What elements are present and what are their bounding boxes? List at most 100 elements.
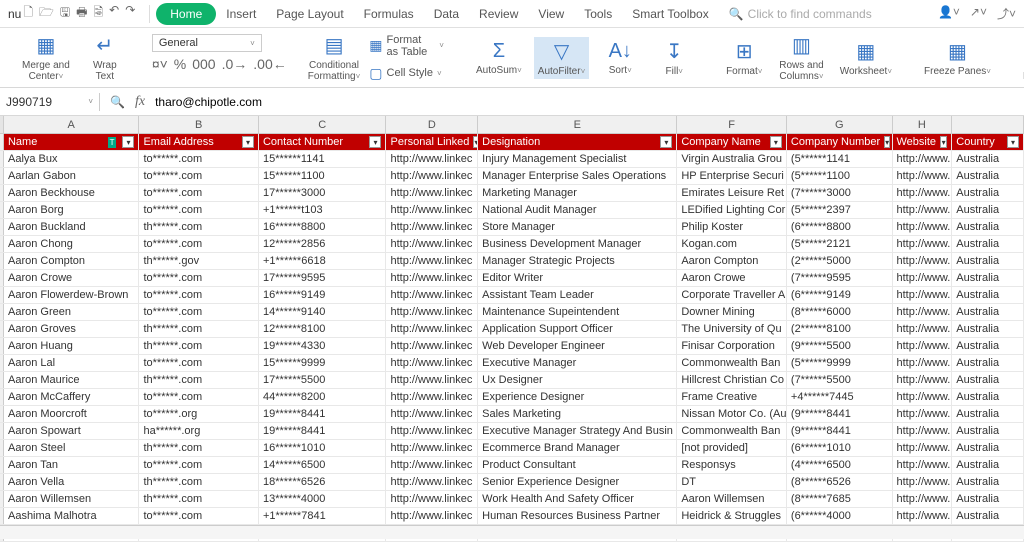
cell[interactable]: Executive Manager Strategy And Busin bbox=[478, 423, 677, 439]
share-icon[interactable]: ↗˅ bbox=[970, 5, 987, 22]
cell[interactable]: Australia bbox=[952, 270, 1024, 286]
cell[interactable]: Hillcrest Christian Co bbox=[677, 372, 787, 388]
cell[interactable]: (5******2121 bbox=[787, 236, 893, 252]
cell[interactable]: http://www. bbox=[893, 406, 953, 422]
redo-icon[interactable]: ↷ bbox=[125, 3, 135, 24]
cell[interactable]: +1******6618 bbox=[259, 253, 387, 269]
cell[interactable]: (4******6500 bbox=[787, 457, 893, 473]
cell[interactable]: Sales Marketing bbox=[478, 406, 677, 422]
cell[interactable]: LEDified Lighting Cor bbox=[677, 202, 787, 218]
cell[interactable]: Marketing Manager bbox=[478, 185, 677, 201]
cell[interactable]: HP Enterprise Securi bbox=[677, 168, 787, 184]
cell[interactable]: 17******9595 bbox=[259, 270, 387, 286]
header-country[interactable]: Country▾ bbox=[952, 134, 1024, 150]
cell[interactable]: th******.com bbox=[139, 372, 259, 388]
cell[interactable]: http://www.linkec bbox=[386, 185, 478, 201]
cell[interactable]: Maintenance Supeintendent bbox=[478, 304, 677, 320]
cell[interactable]: (7******5500 bbox=[787, 372, 893, 388]
cell[interactable]: Aashima Malhotra bbox=[4, 508, 139, 524]
cell[interactable]: http://www. bbox=[893, 338, 953, 354]
cell[interactable]: Aaron Willemsen bbox=[677, 491, 787, 507]
cell[interactable]: th******.gov bbox=[139, 253, 259, 269]
cell[interactable]: Australia bbox=[952, 491, 1024, 507]
tab-data[interactable]: Data bbox=[424, 3, 469, 25]
cell[interactable]: http://www.linkec bbox=[386, 270, 478, 286]
undo-icon[interactable]: ↶ bbox=[109, 3, 119, 24]
cell[interactable]: Ecommerce Brand Manager bbox=[478, 440, 677, 456]
cell[interactable]: 12******2856 bbox=[259, 236, 387, 252]
new-icon[interactable]: 🗋 bbox=[23, 3, 33, 24]
user-icon[interactable]: 👤˅ bbox=[938, 5, 960, 22]
cell[interactable]: http://www.linkec bbox=[386, 406, 478, 422]
cell[interactable]: Australia bbox=[952, 151, 1024, 167]
cell[interactable]: th******.com bbox=[139, 321, 259, 337]
filter-button[interactable]: ▾ bbox=[242, 136, 254, 148]
cell[interactable]: (5******1141 bbox=[787, 151, 893, 167]
cell[interactable]: http://www. bbox=[893, 304, 953, 320]
cell[interactable]: Emirates Leisure Ret bbox=[677, 185, 787, 201]
cell[interactable]: +4******7445 bbox=[787, 389, 893, 405]
command-search[interactable]: 🔍 Click to find commands bbox=[729, 7, 872, 21]
cell[interactable]: Virgin Australia Grou bbox=[677, 151, 787, 167]
cell[interactable]: http://www.linkec bbox=[386, 304, 478, 320]
cell[interactable]: 44******8200 bbox=[259, 389, 387, 405]
cell[interactable]: th******.com bbox=[139, 474, 259, 490]
cell[interactable]: Commonwealth Ban bbox=[677, 423, 787, 439]
cell[interactable]: http://www. bbox=[893, 270, 953, 286]
cell[interactable]: 14******9140 bbox=[259, 304, 387, 320]
cell[interactable]: to******.com bbox=[139, 236, 259, 252]
cell[interactable]: http://www. bbox=[893, 202, 953, 218]
filter-button[interactable]: ▾ bbox=[884, 136, 890, 148]
cell[interactable]: Aaron Spowart bbox=[4, 423, 139, 439]
cell[interactable]: 16******9149 bbox=[259, 287, 387, 303]
cell[interactable]: Australia bbox=[952, 457, 1024, 473]
cell[interactable]: Aaron Green bbox=[4, 304, 139, 320]
cell[interactable]: Corporate Traveller A bbox=[677, 287, 787, 303]
cell[interactable]: Editor Writer bbox=[478, 270, 677, 286]
cell[interactable]: Kogan.com bbox=[677, 236, 787, 252]
cell[interactable]: Application Support Officer bbox=[478, 321, 677, 337]
cell[interactable]: Experience Designer bbox=[478, 389, 677, 405]
cell[interactable]: Australia bbox=[952, 423, 1024, 439]
cell[interactable]: Australia bbox=[952, 474, 1024, 490]
cell[interactable]: http://www.linkec bbox=[386, 338, 478, 354]
cell[interactable]: Australia bbox=[952, 202, 1024, 218]
cell[interactable]: Aaron Vella bbox=[4, 474, 139, 490]
conditional-formatting-button[interactable]: ▤ Conditional Formatting˅ bbox=[311, 31, 358, 84]
cell[interactable]: (8******7685 bbox=[787, 491, 893, 507]
cell[interactable]: http://www.linkec bbox=[386, 236, 478, 252]
fill-button[interactable]: ↧Fill˅ bbox=[651, 37, 697, 79]
autosum-button[interactable]: ΣAutoSum˅ bbox=[472, 38, 526, 78]
cell[interactable]: th******.com bbox=[139, 440, 259, 456]
print-icon[interactable]: 🖶 bbox=[76, 3, 87, 24]
cell[interactable]: (6******9149 bbox=[787, 287, 893, 303]
cell[interactable]: Commonwealth Ban bbox=[677, 355, 787, 371]
cell[interactable]: http://www.linkec bbox=[386, 508, 478, 524]
cell[interactable]: +1******7841 bbox=[259, 508, 387, 524]
cell[interactable]: http://www. bbox=[893, 491, 953, 507]
cell[interactable]: http://www. bbox=[893, 168, 953, 184]
col-header-F[interactable]: F bbox=[677, 116, 787, 133]
decrease-decimal-icon[interactable]: .00← bbox=[253, 56, 286, 72]
cell[interactable]: Australia bbox=[952, 338, 1024, 354]
cell[interactable]: Aaron Lal bbox=[4, 355, 139, 371]
cell[interactable]: to******.org bbox=[139, 406, 259, 422]
tab-view[interactable]: View bbox=[528, 3, 574, 25]
cell[interactable]: http://www. bbox=[893, 457, 953, 473]
cell[interactable]: http://www.linkec bbox=[386, 253, 478, 269]
cell[interactable]: ha******.org bbox=[139, 423, 259, 439]
cell[interactable]: Aaron Steel bbox=[4, 440, 139, 456]
cell[interactable]: http://www.linkec bbox=[386, 321, 478, 337]
cell[interactable]: (9******8441 bbox=[787, 423, 893, 439]
cell[interactable]: (5******1100 bbox=[787, 168, 893, 184]
cell[interactable]: Frame Creative bbox=[677, 389, 787, 405]
tab-review[interactable]: Review bbox=[469, 3, 528, 25]
cell[interactable]: http://www.linkec bbox=[386, 440, 478, 456]
header-linkedin[interactable]: Personal Linked▾ bbox=[386, 134, 478, 150]
cell[interactable]: Aaron Maurice bbox=[4, 372, 139, 388]
cell[interactable]: Aaron Beckhouse bbox=[4, 185, 139, 201]
cell[interactable]: (6******8800 bbox=[787, 219, 893, 235]
increase-decimal-icon[interactable]: .0→ bbox=[222, 56, 248, 72]
cell[interactable]: Philip Koster bbox=[677, 219, 787, 235]
cell[interactable]: Executive Manager bbox=[478, 355, 677, 371]
